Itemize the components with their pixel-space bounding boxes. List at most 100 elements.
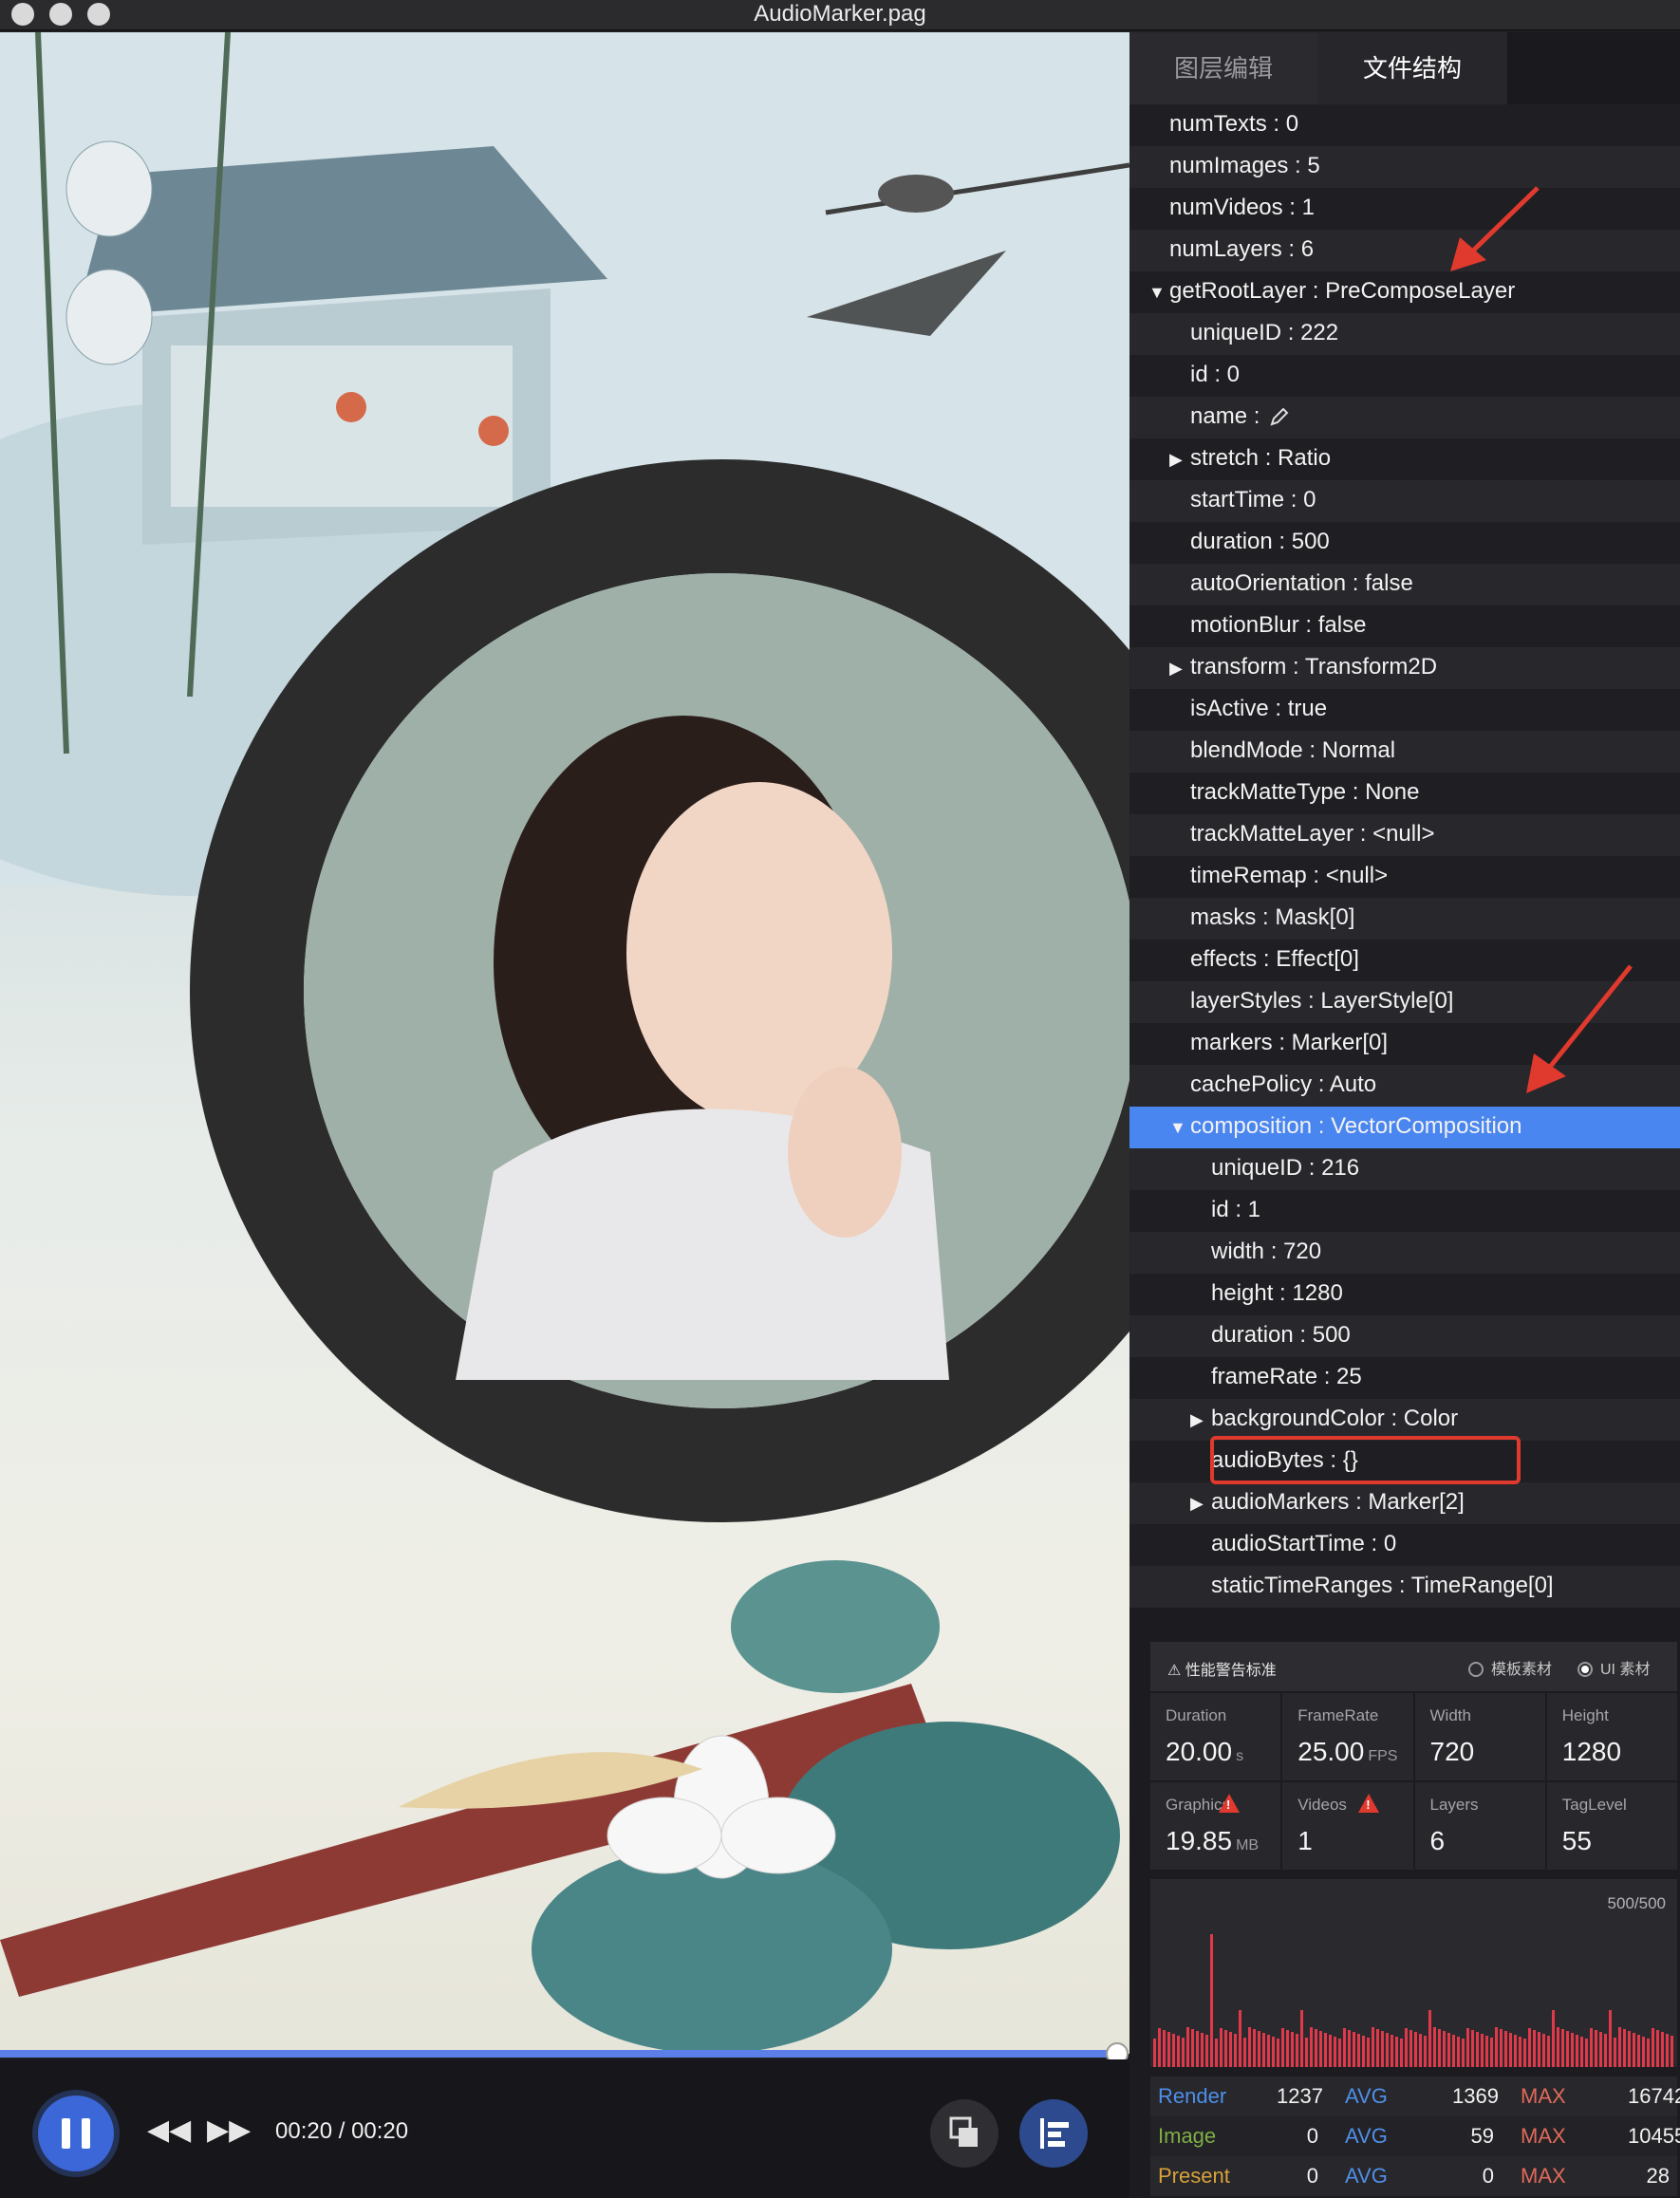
tree-row[interactable]: numVideos : 1 [1129, 188, 1680, 230]
stat-value: 25.00 FPS [1297, 1737, 1398, 1766]
tree-row-label: numTexts : 0 [1169, 111, 1299, 137]
render-bars [1153, 1934, 1673, 2067]
tree-row[interactable]: isActive : true [1129, 689, 1680, 731]
tree-row-label: trackMatteLayer : <null> [1190, 821, 1435, 847]
tree-row[interactable]: name : [1129, 397, 1680, 438]
radio-ui-material[interactable]: UI 素材 [1577, 1656, 1650, 1679]
tree-row-label: id : 1 [1211, 1197, 1261, 1222]
tree-row[interactable]: masks : Mask[0] [1129, 898, 1680, 940]
stat-value: 1 [1297, 1826, 1313, 1855]
tree-row[interactable]: id : 0 [1129, 355, 1680, 397]
perf-avg-label: AVG [1345, 2124, 1388, 2148]
tree-row-label: numVideos : 1 [1169, 195, 1315, 220]
annotation-highlight-audiobytes [1210, 1436, 1521, 1484]
tree-row[interactable]: width : 720 [1129, 1232, 1680, 1274]
perf-value: 0 [1306, 2164, 1318, 2188]
tree-row-label: duration : 500 [1211, 1322, 1351, 1348]
radio-template-material[interactable]: 模板素材 [1468, 1656, 1552, 1679]
stat-cell: Height 1280 [1546, 1693, 1677, 1780]
stat-value: 6 [1429, 1826, 1446, 1855]
tree-row[interactable]: ▶ audioMarkers : Marker[2] [1129, 1482, 1680, 1524]
stat-label: Width [1429, 1706, 1471, 1724]
tree-row[interactable]: startTime : 0 [1129, 480, 1680, 522]
tree-row[interactable]: numImages : 5 [1129, 146, 1680, 188]
tree-row[interactable]: trackMatteType : None [1129, 773, 1680, 814]
tree-row-label: width : 720 [1211, 1239, 1322, 1264]
stat-value: 720 [1429, 1737, 1475, 1766]
tree-row-label: numImages : 5 [1169, 153, 1320, 178]
disclosure-expanded-icon[interactable]: ▼ [1169, 1108, 1190, 1147]
tree-row[interactable]: audioStartTime : 0 [1129, 1524, 1680, 1566]
stat-cell: Duration 20.00 s [1150, 1693, 1281, 1780]
perf-row: Render 1237 AVG 1369 MAX 16742 [1150, 2077, 1680, 2116]
tree-row[interactable]: ▼ getRootLayer : PreComposeLayer [1129, 271, 1680, 313]
perf-row: Present 0 AVG 0 MAX 28 [1150, 2156, 1677, 2196]
stat-cell: Width 720 [1414, 1693, 1545, 1780]
layers-icon [949, 2116, 978, 2147]
disclosure-collapsed-icon[interactable]: ▶ [1190, 1483, 1211, 1523]
tree-row[interactable]: uniqueID : 216 [1129, 1148, 1680, 1190]
tree-row-label: masks : Mask[0] [1190, 904, 1355, 930]
tree-row[interactable]: ▼ composition : VectorComposition [1129, 1107, 1680, 1148]
edit-pencil-icon[interactable] [1269, 407, 1290, 427]
tree-row-label: numLayers : 6 [1169, 236, 1315, 262]
align-button[interactable] [1019, 2099, 1088, 2168]
video-preview [0, 32, 1129, 2054]
panel-tabs: 图层编辑 文件结构 [1129, 32, 1680, 104]
stat-value: 1280 [1561, 1737, 1622, 1766]
stat-value: 55 [1561, 1826, 1592, 1855]
perf-avg-value: 1369 [1452, 2084, 1499, 2108]
tree-row[interactable]: autoOrientation : false [1129, 564, 1680, 605]
stat-unit: FPS [1368, 1748, 1398, 1764]
layers-button[interactable] [930, 2099, 999, 2168]
rewind-icon[interactable]: ◀◀ [147, 2116, 191, 2145]
perf-row: Image 0 AVG 59 MAX 10455 [1150, 2116, 1680, 2156]
tree-row[interactable]: motionBlur : false [1129, 605, 1680, 647]
tree-row[interactable]: id : 1 [1129, 1190, 1680, 1232]
pavilion-illustration [76, 146, 607, 545]
pause-icon [62, 2118, 70, 2149]
disclosure-expanded-icon[interactable]: ▼ [1148, 272, 1169, 312]
tree-row[interactable]: uniqueID : 222 [1129, 313, 1680, 355]
tree-row[interactable]: ▶ transform : Transform2D [1129, 647, 1680, 689]
tree-row[interactable]: blendMode : Normal [1129, 731, 1680, 773]
tree-row[interactable]: duration : 500 [1129, 1315, 1680, 1357]
tree-row-label: audioMarkers : Marker[2] [1211, 1489, 1465, 1515]
tree-row[interactable]: height : 1280 [1129, 1274, 1680, 1315]
perf-max-label: MAX [1521, 2084, 1566, 2108]
disclosure-collapsed-icon[interactable]: ▶ [1169, 648, 1190, 688]
playback-progress-fill [0, 2050, 1118, 2058]
tree-row-label: uniqueID : 222 [1190, 320, 1339, 345]
pause-button[interactable] [38, 2096, 114, 2171]
tree-row[interactable]: frameRate : 25 [1129, 1357, 1680, 1399]
warning-standard-label: ⚠ 性能警告标准 [1167, 1663, 1277, 1679]
tree-row[interactable]: numTexts : 0 [1129, 104, 1680, 146]
performance-stats: ⚠ 性能警告标准 模板素材 UI 素材 Duration 20.00 s FrameR… [1150, 1642, 1680, 2196]
stat-cell: TagLevel 55 [1546, 1782, 1677, 1870]
tree-row[interactable]: duration : 500 [1129, 522, 1680, 564]
tree-row[interactable]: trackMatteLayer : <null> [1129, 814, 1680, 856]
perf-avg-value: 59 [1470, 2124, 1494, 2148]
tree-row-label: timeRemap : <null> [1190, 863, 1389, 888]
perf-avg-value: 0 [1482, 2164, 1494, 2188]
warning-icon: ⚠ [1167, 1663, 1182, 1679]
tab-file-structure[interactable]: 文件结构 [1317, 32, 1507, 104]
disclosure-collapsed-icon[interactable]: ▶ [1190, 1400, 1211, 1440]
tree-row[interactable]: ▶ backgroundColor : Color [1129, 1399, 1680, 1441]
playback-progress-bar[interactable] [0, 2050, 1118, 2058]
tree-row[interactable]: ▶ stretch : Ratio [1129, 438, 1680, 480]
tree-row[interactable]: staticTimeRanges : TimeRange[0] [1129, 1566, 1680, 1608]
tree-row-label: startTime : 0 [1190, 487, 1316, 512]
perf-value: 0 [1306, 2124, 1318, 2148]
stat-value: 19.85 MB [1166, 1826, 1260, 1855]
tab-layer-edit[interactable]: 图层编辑 [1129, 32, 1317, 104]
annotation-arrow-2 [1526, 964, 1633, 1093]
tree-row[interactable]: timeRemap : <null> [1129, 856, 1680, 898]
tree-row-label: staticTimeRanges : TimeRange[0] [1211, 1573, 1554, 1598]
tree-row-label: composition : VectorComposition [1190, 1113, 1522, 1139]
fast-forward-icon[interactable]: ▶▶ [207, 2116, 251, 2145]
perf-label: Present [1158, 2164, 1230, 2188]
perf-value: 1237 [1277, 2084, 1323, 2108]
disclosure-collapsed-icon[interactable]: ▶ [1169, 439, 1190, 479]
tree-row[interactable]: numLayers : 6 [1129, 230, 1680, 271]
